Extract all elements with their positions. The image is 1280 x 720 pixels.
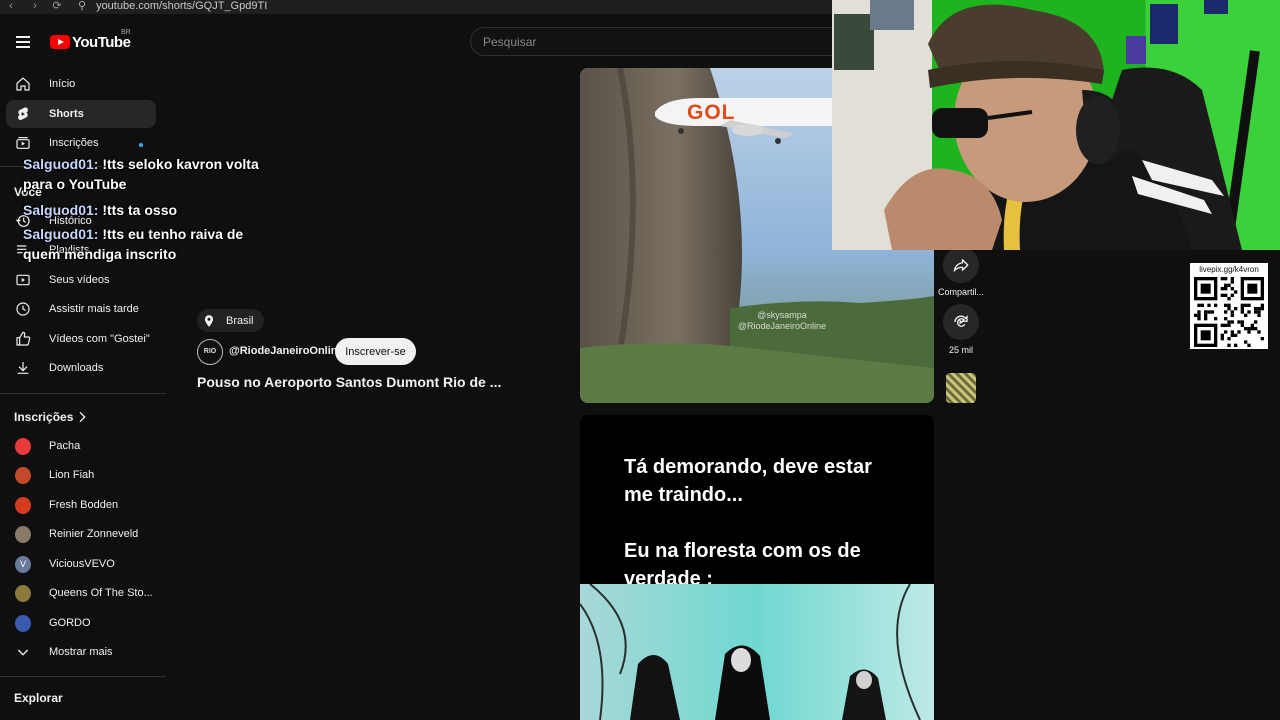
location-pin-icon bbox=[204, 314, 214, 327]
download-icon bbox=[17, 362, 29, 374]
remix-count: 25 mil bbox=[948, 345, 973, 355]
webcam-overlay bbox=[832, 0, 1280, 250]
channel-avatar bbox=[15, 437, 31, 455]
forest-scene bbox=[580, 584, 934, 720]
sidebar-divider bbox=[0, 393, 166, 394]
sidebar-item-label: Assistir mais tarde bbox=[49, 303, 139, 315]
channel-avatar bbox=[15, 584, 31, 602]
clock-icon bbox=[16, 302, 30, 316]
video-watermark: @skysampa @RiodeJaneiroOnline bbox=[737, 310, 826, 331]
subscription-item[interactable]: Queens Of The Sto... bbox=[6, 579, 156, 607]
channel-avatar bbox=[15, 466, 31, 484]
chat-username: Salguod01: bbox=[23, 156, 99, 172]
sound-thumbnail[interactable] bbox=[946, 373, 976, 403]
qr-code-panel: livepix.gg/k4vron bbox=[1190, 263, 1268, 349]
sidebar-item-clock[interactable]: Assistir mais tarde bbox=[6, 295, 156, 323]
search-box bbox=[470, 27, 840, 56]
new-content-dot bbox=[139, 143, 143, 147]
next-short-video[interactable]: Tá demorando, deve estar me traindo... E… bbox=[580, 415, 934, 720]
channel-avatar bbox=[15, 525, 31, 543]
youtube-logo[interactable]: YouTube BR bbox=[50, 29, 131, 51]
subscription-item[interactable]: Reinier Zonneveld bbox=[6, 520, 156, 548]
subscription-label: Fresh Bodden bbox=[49, 499, 119, 511]
channel-name[interactable]: @RiodeJaneiroOnline bbox=[229, 345, 344, 357]
sidebar-item-label: Início bbox=[49, 78, 76, 90]
video-title: Pouso no Aeroporto Santos Dumont Rio de … bbox=[197, 374, 502, 390]
subscription-label: GORDO bbox=[49, 617, 91, 629]
sidebar-item-subscriptions[interactable]: Inscrições bbox=[6, 129, 156, 157]
share-button[interactable] bbox=[943, 247, 979, 283]
chat-text: !tts ta osso bbox=[98, 202, 178, 218]
logo-text: YouTube bbox=[72, 33, 131, 51]
subscription-label: Lion Fiah bbox=[49, 469, 95, 481]
subscriptions-title: Inscrições bbox=[14, 410, 74, 424]
sidebar-item-label: Downloads bbox=[49, 362, 104, 374]
explore-section-title: Explorar bbox=[14, 691, 63, 705]
site-info-icon[interactable]: ⚲ bbox=[78, 0, 86, 12]
chat-username: Salguod01: bbox=[23, 226, 99, 242]
your-videos-icon bbox=[16, 274, 30, 286]
chat-message: Salguod01: !tts eu tenho raiva de quem m… bbox=[23, 224, 263, 264]
chat-username: Salguod01: bbox=[23, 202, 99, 218]
subscription-label: Queens Of The Sto... bbox=[49, 587, 153, 599]
subscription-item[interactable]: Lion Fiah bbox=[6, 461, 156, 489]
subscription-item[interactable]: GORDO bbox=[6, 609, 156, 637]
qr-code-icon bbox=[1194, 277, 1264, 347]
streamer-camera bbox=[832, 0, 1260, 250]
sidebar-item-download[interactable]: Downloads bbox=[6, 354, 156, 382]
subscription-label: ViciousVEVO bbox=[49, 558, 115, 570]
channel-avatar: V bbox=[15, 555, 31, 573]
subscription-item[interactable]: V ViciousVEVO bbox=[6, 550, 156, 578]
thumbs-up-icon bbox=[16, 331, 31, 346]
url-text: youtube.com/shorts/GQJT_Gpd9TI bbox=[96, 0, 268, 12]
next-short-caption: Tá demorando, deve estar me traindo... E… bbox=[624, 456, 872, 590]
subscriptions-header[interactable]: Inscrições bbox=[6, 403, 156, 431]
channel-avatar[interactable]: RIO bbox=[197, 339, 223, 365]
subscription-item[interactable]: Fresh Bodden bbox=[6, 491, 156, 519]
show-more-button[interactable]: Mostrar mais bbox=[6, 638, 156, 666]
sidebar-divider bbox=[0, 676, 166, 677]
chevron-down-icon bbox=[17, 649, 29, 656]
sidebar-item-label: Shorts bbox=[49, 108, 84, 120]
location-chip[interactable]: Brasil bbox=[197, 309, 264, 332]
channel-avatar bbox=[15, 614, 31, 632]
share-label: Compartil... bbox=[937, 287, 984, 297]
reload-icon[interactable]: ⟳ bbox=[50, 0, 64, 12]
sidebar-item-label: Seus vídeos bbox=[49, 274, 110, 286]
channel-avatar bbox=[15, 496, 31, 514]
sidebar-item-label: Vídeos com "Gostei" bbox=[49, 333, 150, 345]
subscription-item[interactable]: Pacha bbox=[6, 432, 156, 460]
subscribe-button[interactable]: Inscrever-se bbox=[335, 338, 416, 365]
subscription-label: Reinier Zonneveld bbox=[49, 528, 139, 540]
share-arrow-icon bbox=[953, 259, 969, 272]
back-arrow-icon[interactable]: ‹ bbox=[4, 0, 18, 12]
chat-message: Salguod01: !tts ta osso bbox=[23, 200, 263, 220]
chevron-right-icon bbox=[79, 411, 86, 423]
shorts-icon bbox=[18, 107, 28, 121]
forward-arrow-icon[interactable]: › bbox=[28, 0, 42, 12]
home-icon bbox=[16, 77, 30, 91]
remix-button[interactable] bbox=[943, 304, 979, 340]
plane-logo-text: GOL bbox=[687, 101, 736, 124]
chat-message: Salguod01: !tts seloko kavron volta para… bbox=[23, 154, 263, 194]
sidebar-item-label: Inscrições bbox=[49, 137, 99, 149]
location-label: Brasil bbox=[226, 314, 254, 327]
qr-label: livepix.gg/k4vron bbox=[1199, 265, 1259, 274]
sidebar-item-shorts[interactable]: Shorts bbox=[6, 100, 156, 128]
sidebar-item-your-videos[interactable]: Seus vídeos bbox=[6, 266, 156, 294]
menu-icon[interactable] bbox=[16, 36, 30, 48]
search-input[interactable] bbox=[483, 34, 783, 50]
url-field[interactable]: ⚲ youtube.com/shorts/GQJT_Gpd9TI bbox=[78, 0, 267, 12]
subscription-label: Pacha bbox=[49, 440, 81, 452]
subscriptions-icon bbox=[16, 137, 30, 149]
sidebar-item-thumbs-up[interactable]: Vídeos com "Gostei" bbox=[6, 325, 156, 353]
region-code: BR bbox=[121, 29, 131, 36]
youtube-play-icon bbox=[50, 35, 70, 49]
show-more-label: Mostrar mais bbox=[49, 646, 113, 658]
sidebar-item-home[interactable]: Início bbox=[6, 70, 156, 98]
remix-icon bbox=[954, 315, 968, 327]
